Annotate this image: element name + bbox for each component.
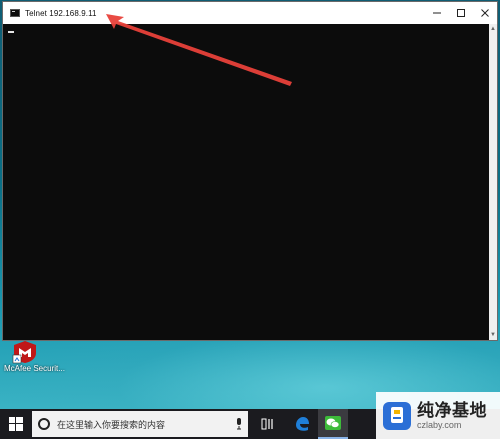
edge-button[interactable] <box>288 409 316 439</box>
vertical-scrollbar[interactable]: ▲ ▼ <box>489 24 497 340</box>
watermark-title: 纯净基地 <box>417 400 487 420</box>
mcafee-icon <box>12 340 38 364</box>
microphone-icon[interactable] <box>236 418 242 430</box>
telnet-window[interactable]: Telnet 192.168.9.11 ▲ ▼ <box>2 1 498 341</box>
search-placeholder: 在这里输入你要搜索的内容 <box>57 419 166 430</box>
task-view-icon <box>261 418 273 430</box>
watermark: 纯净基地 czlaby.com <box>376 392 500 439</box>
minimize-button[interactable] <box>425 2 449 24</box>
wechat-button[interactable] <box>318 409 348 439</box>
scroll-down-icon[interactable]: ▼ <box>489 330 497 340</box>
desktop-icon-label: McAfee Securit... <box>4 364 65 373</box>
wechat-icon <box>325 416 341 430</box>
console-area[interactable] <box>3 24 489 340</box>
window-title: Telnet 192.168.9.11 <box>25 8 97 18</box>
maximize-icon <box>457 9 465 17</box>
windows-logo-icon <box>9 417 23 431</box>
watermark-logo <box>382 401 412 431</box>
watermark-text: 纯净基地 czlaby.com <box>417 401 487 431</box>
close-button[interactable] <box>473 2 497 24</box>
watermark-url: czlaby.com <box>417 419 462 430</box>
maximize-button[interactable] <box>449 2 473 24</box>
console-app-icon <box>10 9 20 17</box>
start-button[interactable] <box>0 409 32 439</box>
window-titlebar[interactable]: Telnet 192.168.9.11 <box>3 2 497 24</box>
text-cursor <box>8 31 14 33</box>
cortana-icon <box>38 418 50 430</box>
taskbar-search-box[interactable]: 在这里输入你要搜索的内容 <box>32 411 248 437</box>
minimize-icon <box>433 12 441 14</box>
scroll-up-icon[interactable]: ▲ <box>489 24 497 34</box>
task-view-button[interactable] <box>254 409 282 439</box>
window-controls <box>425 2 497 24</box>
edge-icon <box>296 417 309 431</box>
desktop-icon-mcafee[interactable]: McAfee Securit... <box>4 340 65 386</box>
close-icon <box>481 9 489 17</box>
